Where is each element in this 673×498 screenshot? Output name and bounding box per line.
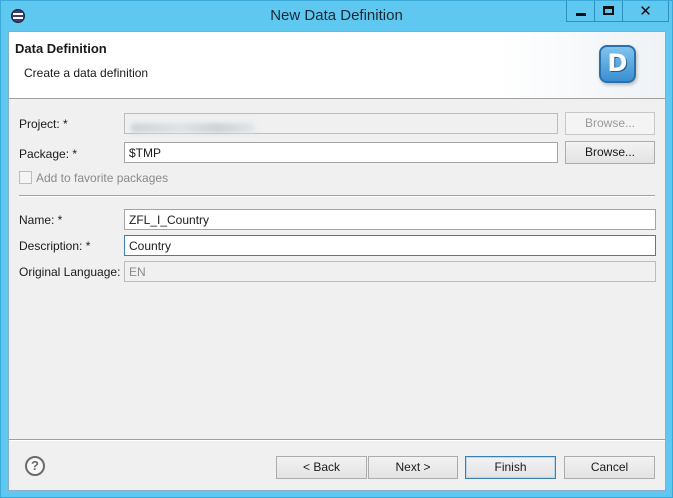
package-browse-button[interactable]: Browse... (565, 141, 655, 164)
package-label: Package: * (19, 147, 78, 161)
separator (19, 195, 655, 197)
wizard-banner: Data Definition Create a data definition… (9, 32, 665, 99)
description-label: Description: * (19, 239, 91, 253)
original-language-label: Original Language: (19, 265, 121, 279)
favorite-checkbox (19, 171, 32, 184)
favorite-checkbox-label: Add to favorite packages (36, 171, 169, 185)
maximize-icon (603, 6, 614, 15)
minimize-icon (576, 13, 586, 16)
close-icon: ✕ (639, 3, 652, 20)
project-browse-button: Browse... (565, 112, 655, 135)
dialog-content: Data Definition Create a data definition… (8, 31, 666, 491)
original-language-field (124, 261, 656, 282)
cancel-button[interactable]: Cancel (564, 456, 655, 479)
footer-separator (9, 439, 665, 441)
minimize-button[interactable] (566, 1, 595, 22)
title-bar[interactable]: New Data Definition ✕ (1, 1, 672, 31)
dialog-window: New Data Definition ✕ Data Definition Cr… (0, 0, 673, 498)
banner-message: Create a data definition (24, 66, 149, 80)
close-button[interactable]: ✕ (623, 1, 669, 22)
finish-button[interactable]: Finish (465, 456, 556, 479)
description-field[interactable] (124, 235, 656, 256)
next-button[interactable]: Next > (368, 456, 458, 479)
banner-title: Data Definition (15, 41, 107, 56)
project-value-redacted (131, 123, 255, 133)
project-label: Project: * (19, 117, 68, 131)
help-icon[interactable]: ? (25, 456, 45, 476)
logo-letter: D (607, 49, 628, 77)
package-field[interactable] (124, 142, 558, 163)
back-button[interactable]: < Back (276, 456, 367, 479)
name-field[interactable] (124, 209, 656, 230)
maximize-button[interactable] (595, 1, 623, 22)
name-label: Name: * (19, 213, 63, 227)
data-definition-logo-icon: D (599, 45, 636, 83)
